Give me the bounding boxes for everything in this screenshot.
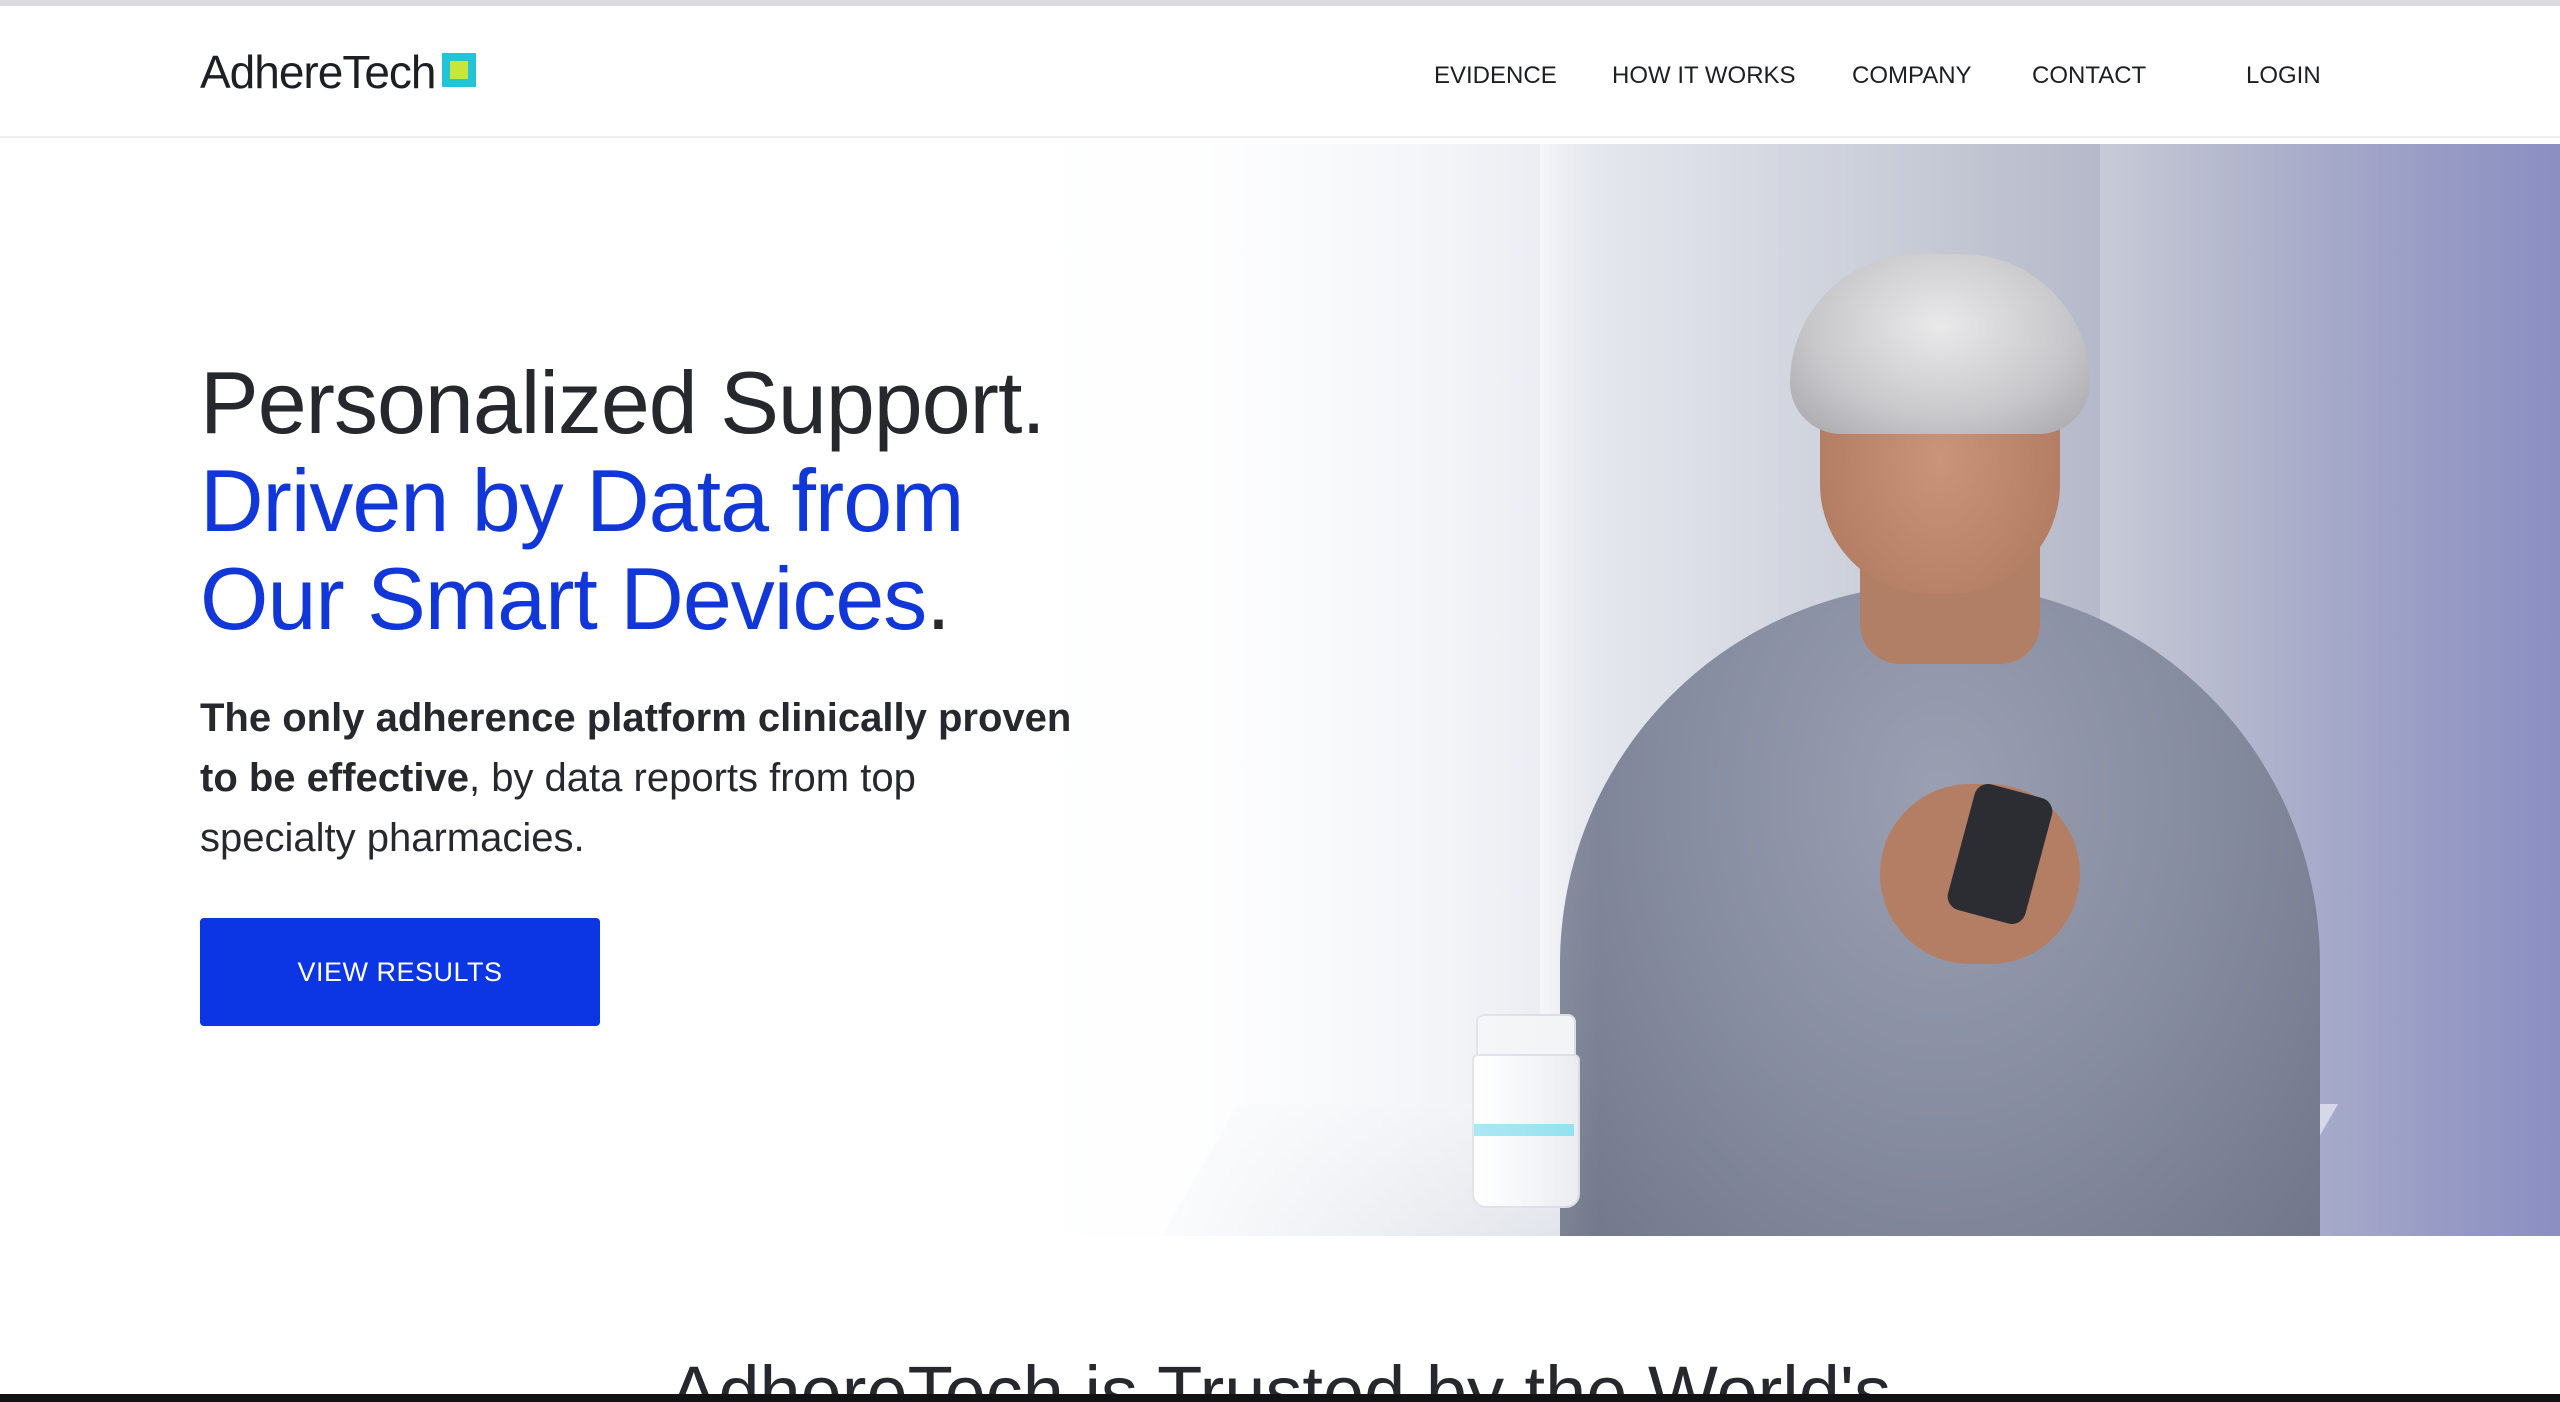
view-results-button[interactable]: VIEW RESULTS — [200, 918, 600, 1026]
hero-subtext: The only adherence platform clinically p… — [200, 688, 1080, 868]
hero-headline: Personalized Support. Driven by Data fro… — [200, 353, 1046, 648]
headline-line-3: Our Smart Devices — [200, 549, 927, 648]
nav-item-evidence[interactable]: EVIDENCE — [1434, 58, 1557, 94]
nav-item-company[interactable]: COMPANY — [1852, 58, 1972, 94]
headline-line-2: Driven by Data from — [200, 451, 964, 550]
page: AdhereTech EVIDENCE HOW IT WORKS COMPANY… — [0, 0, 2560, 1402]
woman-hair — [1790, 254, 2090, 434]
nav-item-login[interactable]: LOGIN — [2246, 58, 2321, 94]
nav-item-how-it-works[interactable]: HOW IT WORKS — [1612, 58, 1796, 94]
main-nav: EVIDENCE HOW IT WORKS COMPANY CONTACT LO… — [0, 58, 2560, 98]
headline-line-1: Personalized Support. — [200, 353, 1046, 452]
site-header: AdhereTech EVIDENCE HOW IT WORKS COMPANY… — [0, 6, 2560, 138]
hero-photo — [900, 144, 2560, 1236]
nav-item-contact[interactable]: CONTACT — [2032, 58, 2146, 94]
window-bottom-edge — [0, 1394, 2560, 1402]
hero-section: Personalized Support. Driven by Data fro… — [0, 140, 2560, 1236]
headline-period: . — [926, 549, 950, 648]
